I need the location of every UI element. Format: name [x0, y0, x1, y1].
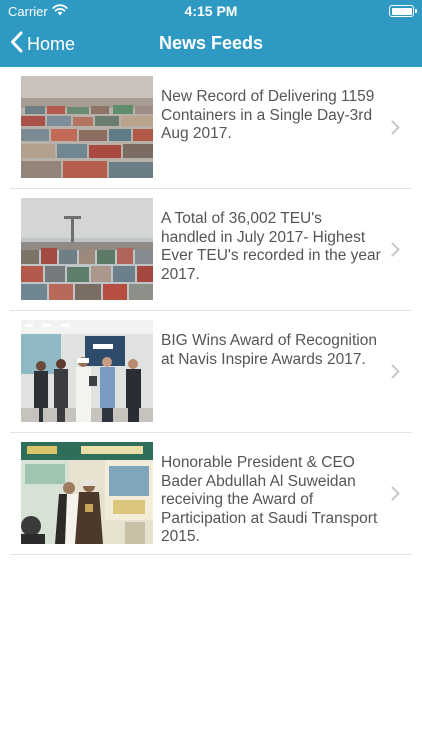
chevron-right-icon	[391, 364, 400, 384]
news-item-title: New Record of Delivering 1159 Containers…	[161, 88, 375, 142]
container-stacks-crane-photo	[21, 198, 153, 300]
news-item[interactable]: A Total of 36,002 TEU's handled in July …	[10, 189, 412, 311]
news-feed-list: New Record of Delivering 1159 Containers…	[0, 67, 422, 555]
award-group-photo	[21, 320, 153, 422]
container-yard-photo	[21, 76, 153, 178]
status-bar: Carrier 4:15 PM	[0, 0, 422, 22]
chevron-right-icon	[391, 242, 400, 262]
navigation-bar: Home News Feeds	[0, 22, 422, 66]
news-item[interactable]: New Record of Delivering 1159 Containers…	[10, 67, 412, 189]
app-header: Carrier 4:15 PM Home News Feeds	[0, 0, 422, 67]
chevron-right-icon	[391, 486, 400, 506]
award-ceremony-photo	[21, 442, 153, 544]
back-button-label: Home	[27, 33, 76, 54]
news-item-title: Honorable President & CEO Bader Abdullah…	[161, 454, 378, 545]
battery-icon	[389, 5, 417, 17]
news-item-title: A Total of 36,002 TEU's handled in July …	[161, 210, 381, 283]
chevron-left-icon	[10, 31, 23, 58]
back-button[interactable]: Home	[10, 30, 75, 58]
news-item-title: BIG Wins Award of Recognition at Navis I…	[161, 332, 377, 368]
status-time: 4:15 PM	[184, 3, 238, 19]
chevron-right-icon	[391, 120, 400, 140]
news-item[interactable]: Honorable President & CEO Bader Abdullah…	[10, 433, 412, 555]
news-item[interactable]: BIG Wins Award of Recognition at Navis I…	[10, 311, 412, 433]
